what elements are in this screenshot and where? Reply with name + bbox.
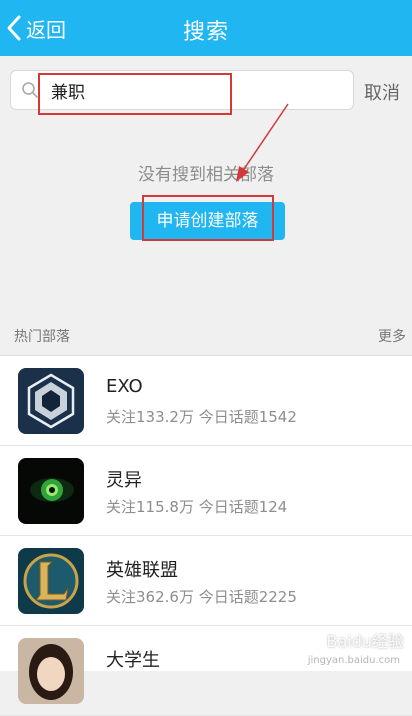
- section-header: 热门部落 更多: [0, 320, 412, 354]
- item-name: 英雄联盟: [106, 560, 178, 581]
- item-name: EXO: [106, 376, 143, 397]
- list-item[interactable]: 英雄联盟 关注362.6万 今日话题2225: [0, 536, 412, 626]
- more-link[interactable]: 更多: [378, 326, 406, 346]
- item-stats: 关注133.2万 今日话题1542: [106, 408, 297, 426]
- item-name: 灵异: [106, 470, 142, 491]
- tribe-list: EXO 关注133.2万 今日话题1542 灵异 关注115.8万 今日话题12…: [0, 355, 412, 716]
- list-item[interactable]: EXO 关注133.2万 今日话题1542: [0, 356, 412, 446]
- watermark: Baidu经验: [326, 632, 404, 651]
- green-eye-icon: [18, 458, 84, 524]
- watermark-sub: jingyan.baidu.com: [307, 655, 400, 666]
- section-title: 热门部落: [14, 329, 70, 345]
- exo-logo-icon: [18, 368, 84, 434]
- item-stats: 关注362.6万 今日话题2225: [106, 588, 297, 606]
- item-stats: 关注115.8万 今日话题124: [106, 498, 288, 516]
- list-item[interactable]: 灵异 关注115.8万 今日话题124: [0, 446, 412, 536]
- league-of-legends-logo-icon: [18, 548, 84, 614]
- girl-photo-icon: [18, 638, 84, 704]
- item-name: 大学生: [106, 650, 160, 671]
